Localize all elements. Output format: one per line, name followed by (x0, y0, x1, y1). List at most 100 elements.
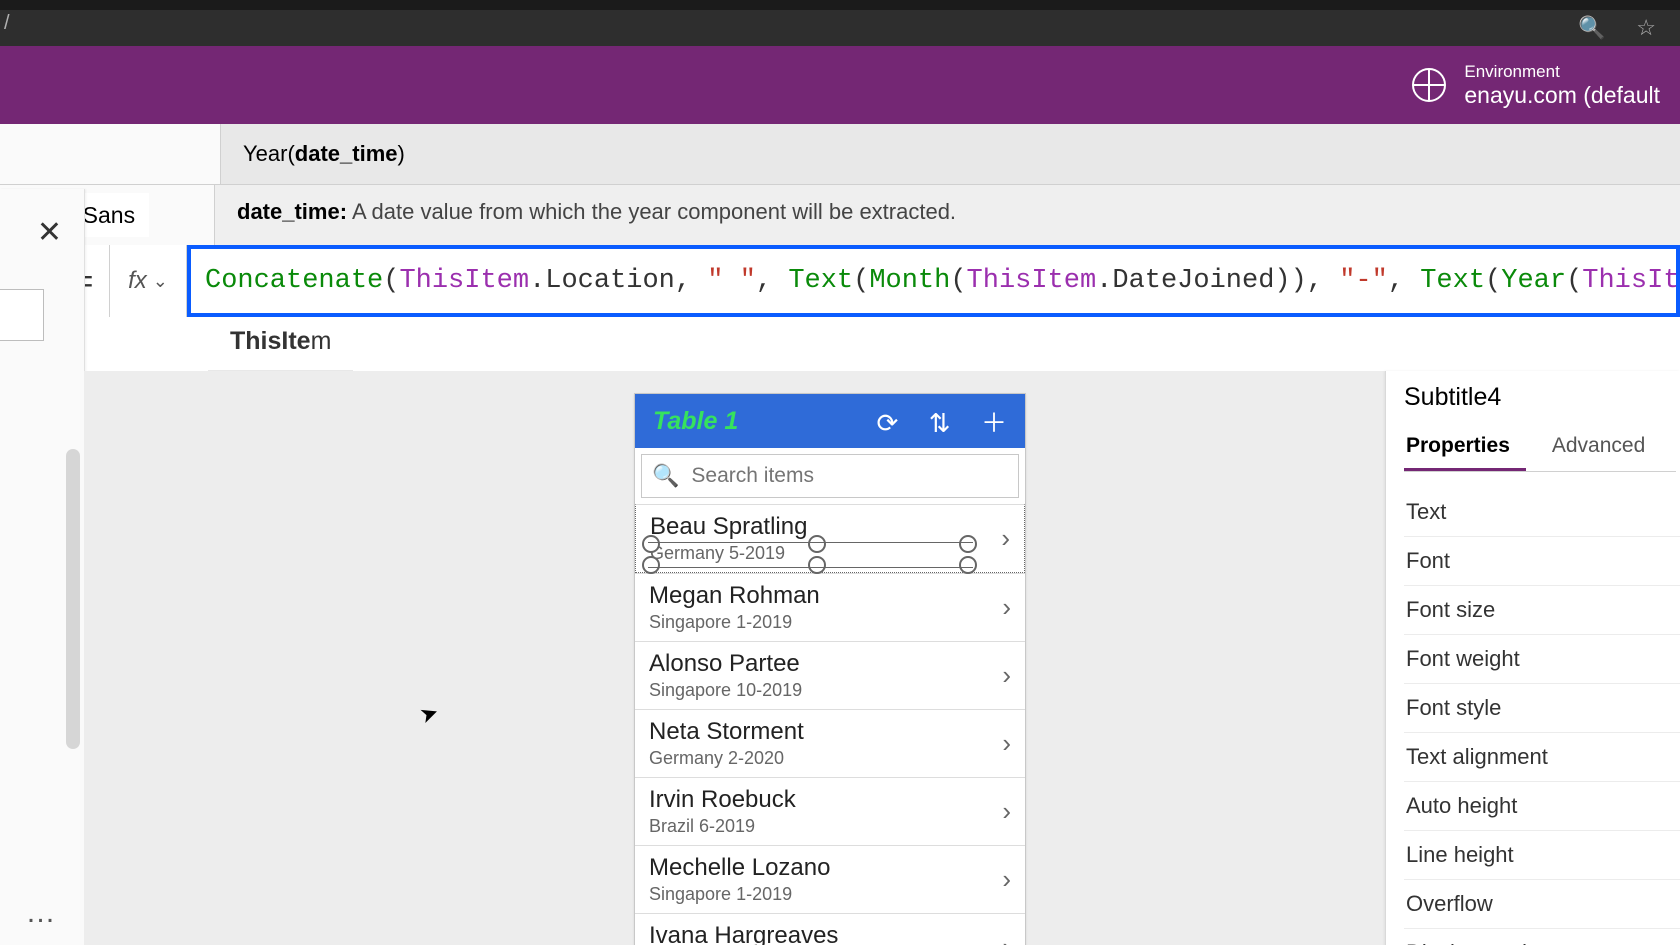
property-row[interactable]: Font weight (1404, 635, 1680, 684)
formula-token: ThisItem (967, 266, 1097, 296)
browser-url-bar: / 🔍 ☆ (0, 10, 1680, 46)
hint-row: Open Sans date_time: A date value from w… (0, 185, 1680, 245)
formula-token: , (756, 266, 788, 296)
gallery-title: Table 1 (653, 407, 738, 436)
formula-bar: ⌄ = fx⌄ Concatenate(ThisItem.Location, "… (0, 245, 1680, 317)
item-subtitle: Singapore 1-2019 (649, 884, 830, 905)
tab-advanced[interactable]: Advanced (1550, 426, 1661, 471)
browser-tab-bar (0, 0, 1680, 10)
formula-token: Text (1420, 266, 1485, 296)
item-subtitle: Germany 2-2020 (649, 748, 804, 769)
formula-token: ThisItem (1582, 266, 1680, 296)
selection-handle[interactable] (808, 535, 826, 553)
sort-icon[interactable]: ⇅ (929, 408, 951, 438)
item-title: Irvin Roebuck (649, 786, 796, 814)
tree-scrollbar[interactable] (66, 449, 80, 749)
selection-handle[interactable] (642, 556, 660, 574)
ribbon-row: Year(date_time) (0, 124, 1680, 185)
selection-handle[interactable] (642, 535, 660, 553)
selected-control-name: Subtitle4 (1404, 383, 1680, 412)
item-subtitle: Singapore 1-2019 (649, 612, 820, 633)
property-row[interactable]: Line height (1404, 831, 1680, 880)
star-icon[interactable]: ☆ (1636, 15, 1656, 40)
item-subtitle: Germany 5-2019 (650, 543, 785, 564)
item-subtitle: Brazil 6-2019 (649, 816, 796, 837)
search-input[interactable] (689, 463, 1008, 489)
property-row[interactable]: Text alignment (1404, 733, 1680, 782)
search-icon[interactable]: 🔍 (1578, 15, 1605, 40)
formula-token: Month (869, 266, 950, 296)
environment-value[interactable]: enayu.com (default (1464, 82, 1660, 108)
item-title: Neta Storment (649, 718, 804, 746)
formula-input[interactable]: Concatenate(ThisItem.Location, " ", Text… (187, 245, 1680, 317)
fx-button[interactable]: fx⌄ (110, 245, 187, 317)
list-item[interactable]: Ivana HargreavesUnited States 6-2019› (635, 913, 1025, 945)
intellisense-suggestion[interactable]: ThisItem (208, 317, 353, 371)
list-item[interactable]: Megan RohmanSingapore 1-2019 › (635, 573, 1025, 641)
list-item[interactable]: Beau SpratlingGermany 5-2019 › (635, 504, 1025, 573)
formula-token: ( (950, 266, 966, 296)
list-item[interactable]: Irvin RoebuckBrazil 6-2019 › (635, 777, 1025, 845)
environment-icon[interactable] (1412, 68, 1446, 102)
refresh-icon[interactable]: ⟳ (876, 408, 898, 438)
property-row[interactable]: Auto height (1404, 782, 1680, 831)
formula-token: " " (707, 266, 756, 296)
item-title: Ivana Hargreaves (649, 922, 838, 945)
gallery-header: Table 1 ⟳ ⇅ ＋ (635, 394, 1025, 448)
formula-token: "-" (1339, 266, 1388, 296)
item-subtitle: Singapore 10-2019 (649, 680, 802, 701)
chevron-right-icon[interactable]: › (1002, 660, 1011, 691)
chevron-right-icon[interactable]: › (1002, 796, 1011, 827)
chevron-right-icon[interactable]: › (1002, 592, 1011, 623)
item-title: Beau Spratling (650, 513, 807, 541)
list-item[interactable]: Alonso ParteeSingapore 10-2019 › (635, 641, 1025, 709)
list-item[interactable]: Mechelle LozanoSingapore 1-2019 › (635, 845, 1025, 913)
selection-handle[interactable] (959, 535, 977, 553)
formula-token: ( (383, 266, 399, 296)
chevron-right-icon[interactable]: › (1002, 932, 1011, 945)
item-title: Alonso Partee (649, 650, 802, 678)
add-icon[interactable]: ＋ (981, 408, 1007, 438)
chevron-right-icon[interactable]: › (1002, 728, 1011, 759)
item-title: Megan Rohman (649, 582, 820, 610)
environment-label: Environment (1464, 62, 1660, 82)
tree-selected-node[interactable] (0, 289, 44, 341)
gallery-control[interactable]: Table 1 ⟳ ⇅ ＋ 🔍 Beau SpratlingGermany 5-… (634, 393, 1026, 945)
hint-text: A date value from which the year compone… (347, 199, 956, 224)
formula-token: Concatenate (205, 266, 383, 296)
hint-param-name: date_time: (237, 199, 347, 224)
property-row[interactable]: Font style (1404, 684, 1680, 733)
list-item[interactable]: Neta StormentGermany 2-2020 › (635, 709, 1025, 777)
property-row[interactable]: Text (1404, 488, 1680, 537)
formula-token: ( (1566, 266, 1582, 296)
chevron-down-icon: ⌄ (153, 271, 168, 292)
app-header: Environment enayu.com (default (0, 46, 1680, 124)
function-signature: Year(date_time) (243, 141, 405, 167)
formula-token: Year (1501, 266, 1566, 296)
selection-handle[interactable] (808, 556, 826, 574)
formula-token: .Location, (529, 266, 707, 296)
formula-token: ( (853, 266, 869, 296)
url-path: / (4, 12, 10, 35)
more-icon[interactable]: … (0, 896, 84, 930)
item-title: Mechelle Lozano (649, 854, 830, 882)
canvas-area[interactable]: ➤ Table 1 ⟳ ⇅ ＋ 🔍 Beau SpratlingGermany … (84, 371, 1400, 945)
formula-token: ThisItem (399, 266, 529, 296)
close-icon[interactable]: ✕ (37, 215, 62, 250)
cursor-icon: ➤ (416, 699, 442, 730)
formula-token: .DateJoined)), (1096, 266, 1339, 296)
selection-handle[interactable] (959, 556, 977, 574)
property-row[interactable]: Overflow (1404, 880, 1680, 929)
search-box[interactable]: 🔍 (641, 454, 1019, 498)
properties-panel: Subtitle4 Properties Advanced TextFontFo… (1385, 371, 1680, 945)
property-row[interactable]: Font (1404, 537, 1680, 586)
chevron-right-icon[interactable]: › (1002, 864, 1011, 895)
chevron-right-icon[interactable]: › (1001, 523, 1010, 554)
property-row[interactable]: Font size (1404, 586, 1680, 635)
search-icon: 🔍 (652, 463, 679, 489)
property-row[interactable]: Display mode (1404, 929, 1680, 945)
formula-token: ( (1485, 266, 1501, 296)
formula-token: Text (788, 266, 853, 296)
tab-properties[interactable]: Properties (1404, 426, 1526, 471)
formula-token: , (1388, 266, 1420, 296)
